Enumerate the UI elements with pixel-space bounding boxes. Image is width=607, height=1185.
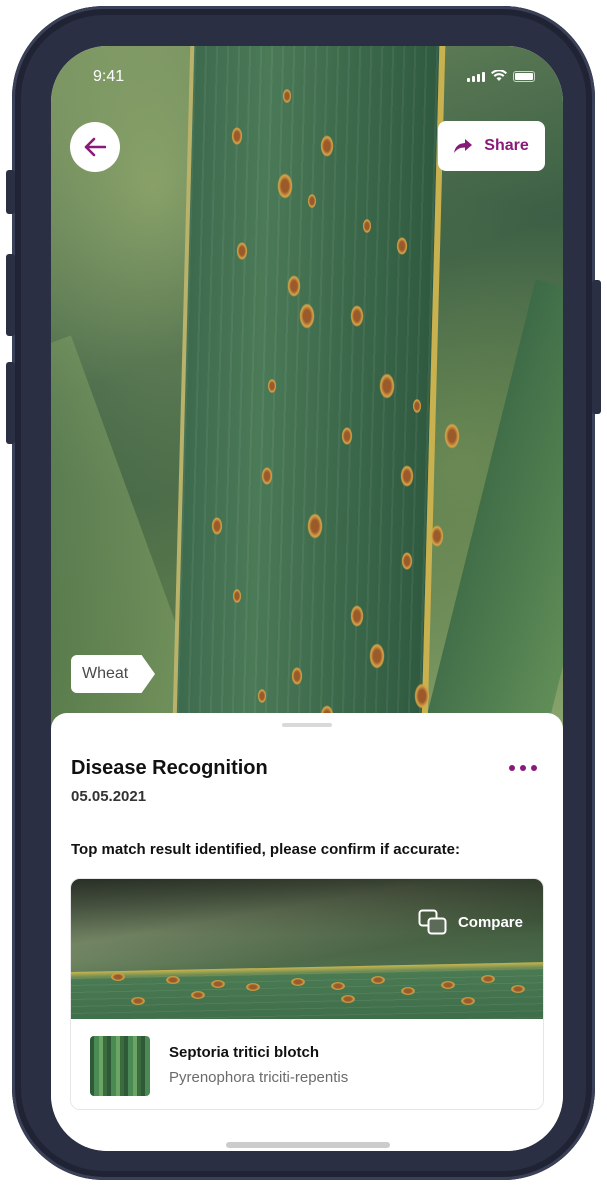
lesion-spot [414, 683, 430, 709]
lesion-spot [441, 981, 455, 989]
lesion-spot [291, 978, 305, 986]
lesion-spot [236, 242, 248, 260]
lesion-spot [331, 982, 345, 990]
wheat-leaf [171, 46, 446, 770]
lesion-spot [350, 305, 364, 327]
disease-thumbnail [90, 1036, 150, 1096]
page-title: Disease Recognition [71, 757, 268, 779]
confirmation-prompt: Top match result identified, please conf… [71, 841, 460, 858]
lesion-spot [261, 467, 273, 485]
lesion-spot [232, 589, 242, 603]
lesion-spot [341, 995, 355, 1003]
lesion-spot [307, 513, 323, 539]
lesion-spot [211, 980, 225, 988]
more-options-button[interactable] [509, 765, 537, 771]
result-card[interactable]: Compare Septoria tritici blotch Pyrenoph… [70, 878, 544, 1110]
lesion-spot [267, 379, 277, 393]
lesion-spot [307, 194, 317, 208]
share-arrow-icon [454, 139, 473, 153]
volume-up-button [6, 254, 15, 336]
result-info: Septoria tritici blotch Pyrenophora tric… [71, 1019, 543, 1109]
lesion-spot [282, 89, 292, 103]
lesion-spot [350, 605, 364, 627]
lesion-spot [362, 219, 372, 233]
lesion-spot [320, 135, 334, 157]
lesion-spot [412, 399, 422, 413]
lesion-spot [166, 976, 180, 984]
lesion-spot [481, 975, 495, 983]
copy-compare-icon [418, 909, 447, 935]
lesion-spot [401, 987, 415, 995]
more-horizontal-icon [509, 765, 515, 771]
lesion-spot [461, 997, 475, 1005]
status-icons [467, 70, 535, 82]
lesion-spot [400, 465, 414, 487]
wifi-icon [491, 70, 507, 82]
home-indicator[interactable] [226, 1142, 390, 1148]
app-screen: 9:41 Share Wheat Disease Recognition 05.… [51, 46, 563, 1151]
lesion-spot [341, 427, 353, 445]
compare-button[interactable]: Compare [418, 909, 523, 935]
lesion-spot [257, 689, 267, 703]
lesion-spot [231, 127, 243, 145]
pathogen-name: Pyrenophora triciti-repentis [169, 1069, 349, 1086]
lesion-spot [277, 173, 293, 199]
lesion-spot [401, 552, 413, 570]
lesion-spot [131, 997, 145, 1005]
share-label: Share [484, 137, 529, 154]
lesion-spot [379, 373, 395, 399]
mute-switch [6, 170, 15, 214]
bottom-sheet: Disease Recognition 05.05.2021 Top match… [51, 713, 563, 1151]
lesion-spot [396, 237, 408, 255]
lesion-spot [287, 275, 301, 297]
disease-name: Septoria tritici blotch [169, 1044, 320, 1061]
lesion-spot [291, 667, 303, 685]
scan-date: 05.05.2021 [71, 788, 147, 805]
result-image: Compare [71, 879, 543, 1029]
arrow-left-icon [84, 137, 106, 157]
lesion-spot [371, 976, 385, 984]
compare-label: Compare [457, 913, 523, 931]
lesion-spot [369, 643, 385, 669]
volume-down-button [6, 362, 15, 444]
lesion-spot [191, 991, 205, 999]
battery-icon [513, 71, 535, 82]
crop-tag-label: Wheat [82, 665, 129, 682]
status-time: 9:41 [93, 68, 125, 85]
back-button[interactable] [70, 122, 120, 172]
sheet-drag-handle[interactable] [282, 723, 332, 727]
lesion-spot [246, 983, 260, 991]
share-button[interactable]: Share [438, 121, 545, 171]
lesion-spot [430, 525, 444, 547]
crop-tag: Wheat [71, 655, 155, 693]
lesion-spot [111, 973, 125, 981]
lesion-spot [211, 517, 223, 535]
lesion-spot [444, 423, 460, 449]
lesion-spot [511, 985, 525, 993]
lesion-spot [299, 303, 315, 329]
power-button [592, 280, 601, 414]
cellular-signal-icon [467, 72, 485, 82]
